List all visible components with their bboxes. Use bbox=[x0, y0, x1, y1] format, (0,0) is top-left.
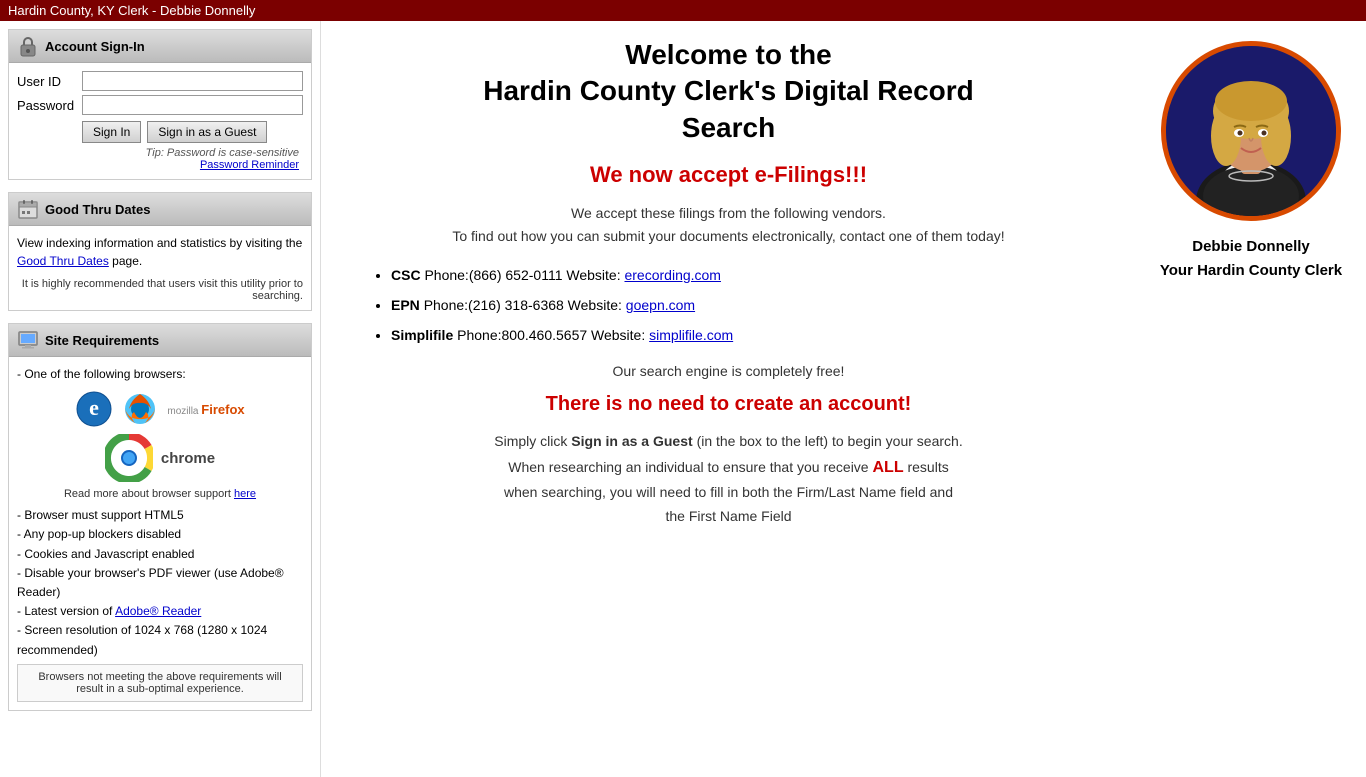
userid-input[interactable] bbox=[82, 71, 303, 91]
firefox-text: mozilla Firefox bbox=[167, 402, 244, 417]
account-signin-header: Account Sign-In bbox=[9, 30, 311, 63]
site-requirements-title: Site Requirements bbox=[45, 333, 159, 348]
password-reminder-link[interactable]: Password Reminder bbox=[17, 159, 303, 171]
topbar-name: Debbie Donnelly bbox=[160, 3, 255, 18]
good-thru-header: Good Thru Dates bbox=[9, 193, 311, 226]
good-thru-text1: View indexing information and statistics… bbox=[17, 236, 302, 250]
vendors-para1: We accept these filings from the followi… bbox=[571, 205, 886, 221]
lock-icon bbox=[17, 35, 39, 57]
site-requirements-header: Site Requirements bbox=[9, 324, 311, 357]
photo-panel: Debbie Donnelly Your Hardin County Clerk bbox=[1136, 21, 1366, 777]
clerk-photo bbox=[1166, 46, 1336, 216]
password-label: Password bbox=[17, 98, 82, 113]
guest-signin-button[interactable]: Sign in as a Guest bbox=[147, 121, 267, 143]
account-signin-box: Account Sign-In User ID Password Sign In… bbox=[8, 29, 312, 180]
vendor-epn-phone: Phone:(216) 318-6368 Website: bbox=[424, 297, 626, 313]
req-6: - Screen resolution of 1024 x 768 (1280 … bbox=[17, 621, 303, 659]
photo-circle bbox=[1161, 41, 1341, 221]
all-results-line1: When researching an individual to ensure… bbox=[508, 459, 868, 475]
topbar-separator: - bbox=[148, 3, 160, 18]
vendor-epn-name: EPN bbox=[391, 297, 420, 313]
req-4: - Disable your browser's PDF viewer (use… bbox=[17, 564, 303, 602]
title-line2: Hardin County Clerk's Digital Record bbox=[483, 75, 974, 106]
site-requirements-box: Site Requirements - One of the following… bbox=[8, 323, 312, 711]
tip-text: Tip: Password is case-sensitive bbox=[17, 147, 303, 159]
sign-desc1: Simply click bbox=[494, 433, 567, 449]
good-thru-note: It is highly recommended that users visi… bbox=[17, 278, 303, 302]
all-results-line2: results bbox=[907, 459, 948, 475]
no-account-notice: There is no need to create an account! bbox=[351, 393, 1106, 416]
site-requirements-content: - One of the following browsers: e bbox=[9, 357, 311, 710]
password-input[interactable] bbox=[82, 95, 303, 115]
sign-desc-bold: Sign in as a Guest bbox=[571, 433, 692, 449]
vendor-csc-link[interactable]: erecording.com bbox=[624, 267, 721, 283]
vendor-simplifile-name: Simplifile bbox=[391, 327, 453, 343]
vendors-list: CSC Phone:(866) 652-0111 Website: erecor… bbox=[391, 261, 1106, 349]
vendor-simplifile-phone: Phone:800.460.5657 Website: bbox=[457, 327, 649, 343]
good-thru-box: Good Thru Dates View indexing informatio… bbox=[8, 192, 312, 311]
good-thru-content: View indexing information and statistics… bbox=[9, 226, 311, 310]
vendor-csc-name: CSC bbox=[391, 267, 421, 283]
req-2: - Any pop-up blockers disabled bbox=[17, 525, 303, 544]
svg-text:e: e bbox=[89, 395, 99, 420]
topbar-title: Hardin County, KY Clerk bbox=[8, 3, 148, 18]
account-signin-content: User ID Password Sign In Sign in as a Gu… bbox=[9, 63, 311, 179]
req-3: - Cookies and Javascript enabled bbox=[17, 545, 303, 564]
vendors-intro: We accept these filings from the followi… bbox=[351, 202, 1106, 247]
efilings-notice: We now accept e-Filings!!! bbox=[351, 162, 1106, 188]
account-signin-title: Account Sign-In bbox=[45, 39, 145, 54]
all-results-line3: when searching, you will need to fill in… bbox=[504, 484, 953, 500]
monitor-icon bbox=[17, 329, 39, 351]
vendor-simplifile: Simplifile Phone:800.460.5657 Website: s… bbox=[391, 321, 1106, 349]
read-more-link[interactable]: here bbox=[234, 488, 256, 500]
vendor-csc: CSC Phone:(866) 652-0111 Website: erecor… bbox=[391, 261, 1106, 289]
all-results-line4: the First Name Field bbox=[665, 508, 791, 524]
calendar-icon bbox=[17, 198, 39, 220]
chrome-text: chrome bbox=[161, 450, 215, 467]
req-1: - Browser must support HTML5 bbox=[17, 506, 303, 525]
read-more-text: Read more about browser support bbox=[64, 488, 231, 500]
chrome-icon bbox=[105, 434, 153, 482]
warning-box: Browsers not meeting the above requireme… bbox=[17, 664, 303, 702]
main-title: Welcome to the Hardin County Clerk's Dig… bbox=[351, 37, 1106, 146]
title-line3: Search bbox=[682, 112, 775, 143]
title-line1: Welcome to the bbox=[625, 39, 831, 70]
req-5: - Latest version of Adobe® Reader bbox=[17, 602, 303, 621]
sidebar: Account Sign-In User ID Password Sign In… bbox=[0, 21, 320, 777]
signin-button[interactable]: Sign In bbox=[82, 121, 141, 143]
browser-icons-row1: e mozilla Firefox bbox=[17, 390, 303, 428]
free-note: Our search engine is completely free! bbox=[351, 363, 1106, 379]
ie-icon: e bbox=[75, 390, 113, 428]
sign-in-description: Simply click Sign in as a Guest (in the … bbox=[351, 430, 1106, 529]
clerk-name: Debbie Donnelly bbox=[1160, 235, 1342, 259]
all-text: ALL bbox=[872, 459, 903, 476]
browser-support-note: Read more about browser support here bbox=[17, 488, 303, 500]
good-thru-link[interactable]: Good Thru Dates bbox=[17, 254, 109, 268]
password-reminder-anchor[interactable]: Password Reminder bbox=[200, 159, 299, 171]
good-thru-title: Good Thru Dates bbox=[45, 202, 150, 217]
userid-label: User ID bbox=[17, 74, 82, 89]
vendor-simplifile-link[interactable]: simplifile.com bbox=[649, 327, 733, 343]
photo-caption: Debbie Donnelly Your Hardin County Clerk bbox=[1160, 235, 1342, 283]
sign-desc2: (in the box to the left) to begin your s… bbox=[697, 433, 963, 449]
vendor-epn: EPN Phone:(216) 318-6368 Website: goepn.… bbox=[391, 291, 1106, 319]
firefox-icon bbox=[121, 390, 159, 428]
adobe-link[interactable]: Adobe® Reader bbox=[115, 604, 201, 618]
clerk-title: Your Hardin County Clerk bbox=[1160, 259, 1342, 283]
main-content: Welcome to the Hardin County Clerk's Dig… bbox=[320, 21, 1136, 777]
browsers-label: - One of the following browsers: bbox=[17, 365, 303, 384]
good-thru-text: View indexing information and statistics… bbox=[17, 234, 303, 270]
vendor-csc-phone: Phone:(866) 652-0111 Website: bbox=[424, 267, 624, 283]
topbar: Hardin County, KY Clerk - Debbie Donnell… bbox=[0, 0, 1366, 21]
vendors-para2: To find out how you can submit your docu… bbox=[452, 228, 1004, 244]
requirements-list: - Browser must support HTML5 - Any pop-u… bbox=[17, 506, 303, 660]
good-thru-text2: page. bbox=[112, 254, 142, 268]
browser-icons-row2: chrome bbox=[17, 434, 303, 482]
vendor-epn-link[interactable]: goepn.com bbox=[626, 297, 695, 313]
